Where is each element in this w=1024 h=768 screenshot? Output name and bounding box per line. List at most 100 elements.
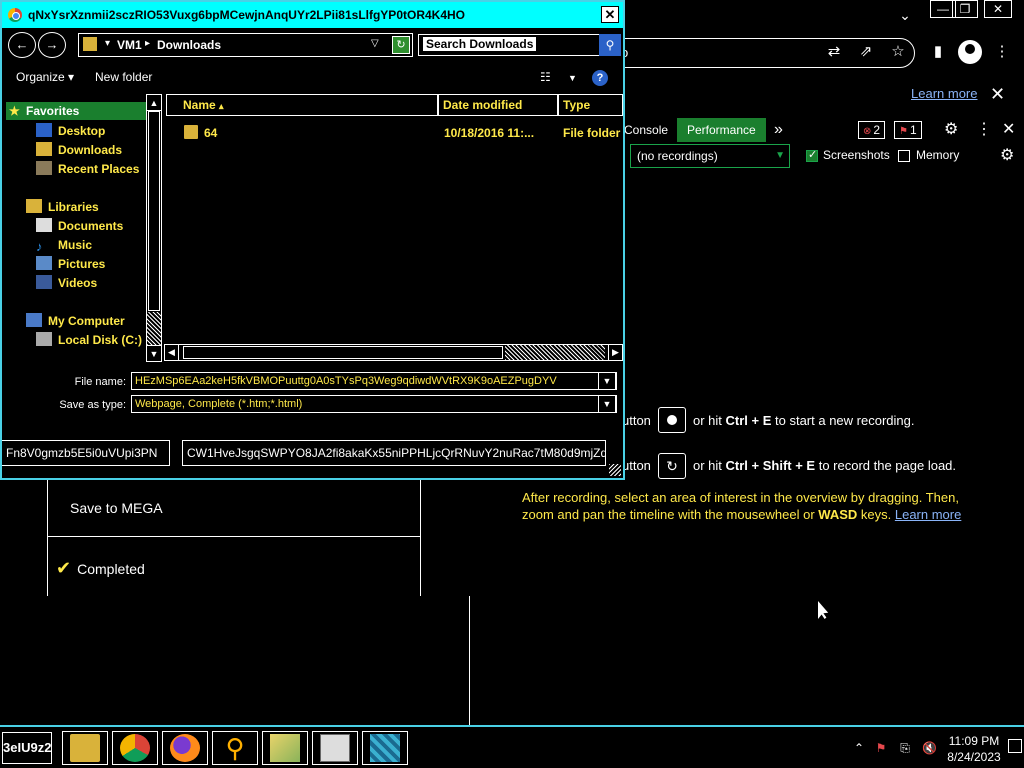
completed-status: ✔ Completed xyxy=(56,558,145,578)
nav-pictures[interactable]: Pictures xyxy=(36,255,105,273)
window-close-button[interactable]: ✕ xyxy=(984,0,1012,18)
save-as-type-select[interactable]: Webpage, Complete (*.htm;*.html) ▼ xyxy=(131,395,617,413)
error-count-badge[interactable]: ⊗ 2 xyxy=(858,121,886,139)
taskbar-search-tool[interactable]: ⚲ xyxy=(212,731,258,765)
forward-button[interactable]: → xyxy=(38,32,66,58)
column-header-date-modified[interactable]: Date modified xyxy=(438,94,558,116)
record-button[interactable] xyxy=(658,407,686,433)
new-folder-button[interactable]: New folder xyxy=(95,70,152,84)
issue-count-badge[interactable]: ⚑ 1 xyxy=(894,121,922,139)
tab-console[interactable]: Console xyxy=(624,118,668,142)
more-tabs-icon[interactable]: » xyxy=(774,118,783,142)
browser-menu-icon[interactable]: ⋮ xyxy=(992,42,1012,62)
share-icon[interactable]: ⇗ xyxy=(856,42,876,62)
dialog-left-button[interactable]: Fn8V0gmzb5E5i0uVUpi3PN xyxy=(2,440,170,466)
refresh-button[interactable]: ↻ xyxy=(392,36,410,54)
chrome-icon xyxy=(120,734,150,762)
taskbar-document[interactable] xyxy=(312,731,358,765)
navigation-scrollbar[interactable]: ▲ ▼ xyxy=(146,94,162,362)
divider xyxy=(469,596,470,725)
scroll-up-icon[interactable]: ▲ xyxy=(147,95,161,111)
reload-record-button[interactable]: ↻ xyxy=(658,453,686,479)
taskbar-maps[interactable] xyxy=(262,731,308,765)
chevron-down-icon[interactable]: ▼ xyxy=(568,73,577,83)
chevron-down-icon[interactable]: ▼ xyxy=(598,396,616,412)
firefox-icon xyxy=(170,734,200,762)
organize-button[interactable]: Organize ▾ xyxy=(16,70,74,84)
file-list-hscrollbar[interactable]: ◀ ▶ xyxy=(164,344,623,361)
nav-desktop[interactable]: Desktop xyxy=(36,122,105,140)
column-header-type[interactable]: Type xyxy=(558,94,623,116)
folder-icon xyxy=(184,125,198,139)
nav-libraries[interactable]: Libraries xyxy=(26,198,99,216)
search-icon[interactable]: ⚲ xyxy=(599,34,621,56)
taskbar-network-app[interactable] xyxy=(362,731,408,765)
column-header-name[interactable]: Name ▴ xyxy=(166,94,438,116)
taskbar-explorer[interactable] xyxy=(62,731,108,765)
hscroll-track[interactable] xyxy=(505,345,605,360)
devtools-close-icon[interactable]: ✕ xyxy=(1002,118,1015,142)
nav-documents[interactable]: Documents xyxy=(36,217,123,235)
tab-search-chevron-icon[interactable]: ⌄ xyxy=(896,6,914,24)
translate-icon[interactable]: ⇄ xyxy=(824,42,844,62)
show-desktop-button[interactable] xyxy=(1008,739,1022,753)
recordings-select[interactable]: (no recordings) ▼ xyxy=(630,144,790,168)
description-learn-more-link[interactable]: Learn more xyxy=(895,507,961,522)
breadcrumb-vm1[interactable]: VM1 xyxy=(117,38,142,52)
taskbar-chrome[interactable] xyxy=(112,731,158,765)
profile-avatar[interactable] xyxy=(958,40,982,64)
system-clock[interactable]: 11:09 PM 8/24/2023 xyxy=(944,733,1004,765)
file-name-field[interactable]: HEzMSp6EAa2keH5fkVBMOPuuttg0A0sTYsPq3Weg… xyxy=(131,372,617,390)
tray-expand-icon[interactable]: ⌃ xyxy=(852,741,866,755)
screenshots-checkbox[interactable] xyxy=(806,148,818,162)
breadcrumb-downloads[interactable]: Downloads xyxy=(157,38,221,52)
search-input[interactable]: Search Downloads ⚲ xyxy=(418,34,621,56)
bookmark-star-icon[interactable]: ☆ xyxy=(888,42,908,62)
chevron-down-icon[interactable]: ▽ xyxy=(371,38,379,49)
map-icon xyxy=(270,734,300,762)
navigation-pane: ★ Favorites Desktop Downloads Recent Plac… xyxy=(2,94,164,362)
dialog-close-button[interactable]: ✕ xyxy=(601,6,619,23)
resize-grip-icon[interactable] xyxy=(609,464,621,476)
network-tray-icon[interactable]: ⎘ xyxy=(898,741,912,755)
breadcrumb[interactable]: ▾ VM1 ▸ Downloads ▽ xyxy=(78,33,413,57)
hscroll-thumb[interactable] xyxy=(183,346,503,359)
nav-favorites[interactable]: ★ Favorites xyxy=(6,102,146,120)
side-panel-icon[interactable]: ▮ xyxy=(928,42,948,62)
save-to-mega-row[interactable]: Save to MEGA xyxy=(48,480,420,537)
nav-recent-places[interactable]: Recent Places xyxy=(36,160,139,178)
infobar-learn-more-link[interactable]: Learn more xyxy=(911,86,977,101)
scroll-right-icon[interactable]: ▶ xyxy=(608,345,622,360)
back-button[interactable]: ← xyxy=(8,32,36,58)
help-icon[interactable]: ? xyxy=(592,70,608,86)
nav-videos[interactable]: Videos xyxy=(36,274,97,292)
volume-muted-icon[interactable]: 🔇 xyxy=(922,741,937,755)
dialog-right-button[interactable]: CW1HveJsgqSWPYO8JA2fi8akaKx55niPPHLjcQrR… xyxy=(182,440,606,466)
nav-downloads[interactable]: Downloads xyxy=(36,141,122,159)
devtools-menu-icon[interactable]: ⋮ xyxy=(976,118,992,142)
scroll-left-icon[interactable]: ◀ xyxy=(165,345,179,360)
chevron-down-icon[interactable]: ▼ xyxy=(598,373,616,389)
nav-music[interactable]: ♪ Music xyxy=(36,236,92,254)
file-name-cell: 64 xyxy=(204,126,218,140)
nav-local-disk[interactable]: Local Disk (C:) xyxy=(36,331,142,349)
checkmark-icon: ✔ xyxy=(56,558,72,578)
recent-places-icon xyxy=(36,161,52,175)
memory-checkbox[interactable] xyxy=(898,150,910,162)
scroll-down-icon[interactable]: ▼ xyxy=(147,345,161,361)
clock-time: 11:09 PM xyxy=(948,734,1000,748)
taskbar-firefox[interactable] xyxy=(162,731,208,765)
view-options-icon[interactable]: ☷ xyxy=(540,70,551,84)
scroll-thumb[interactable] xyxy=(148,111,160,311)
infobar-close-icon[interactable]: ✕ xyxy=(990,84,1005,105)
devtools-settings-gear-icon[interactable]: ⚙ xyxy=(944,118,958,142)
dialog-titlebar[interactable]: qNxYsrXznmii2sczRIO53Vuxg6bpMCewjnAnqUYr… xyxy=(2,2,623,28)
action-center-flag-icon[interactable]: ⚑ xyxy=(874,741,888,755)
chrome-icon xyxy=(8,8,22,22)
capture-settings-gear-icon[interactable]: ⚙ xyxy=(1000,145,1014,165)
restore-button[interactable]: ❐ xyxy=(952,0,978,18)
start-button[interactable]: 3eIU9z2l xyxy=(2,732,52,764)
scroll-track[interactable] xyxy=(147,312,161,345)
tab-performance[interactable]: Performance xyxy=(677,118,766,142)
nav-my-computer[interactable]: My Computer xyxy=(26,312,125,330)
